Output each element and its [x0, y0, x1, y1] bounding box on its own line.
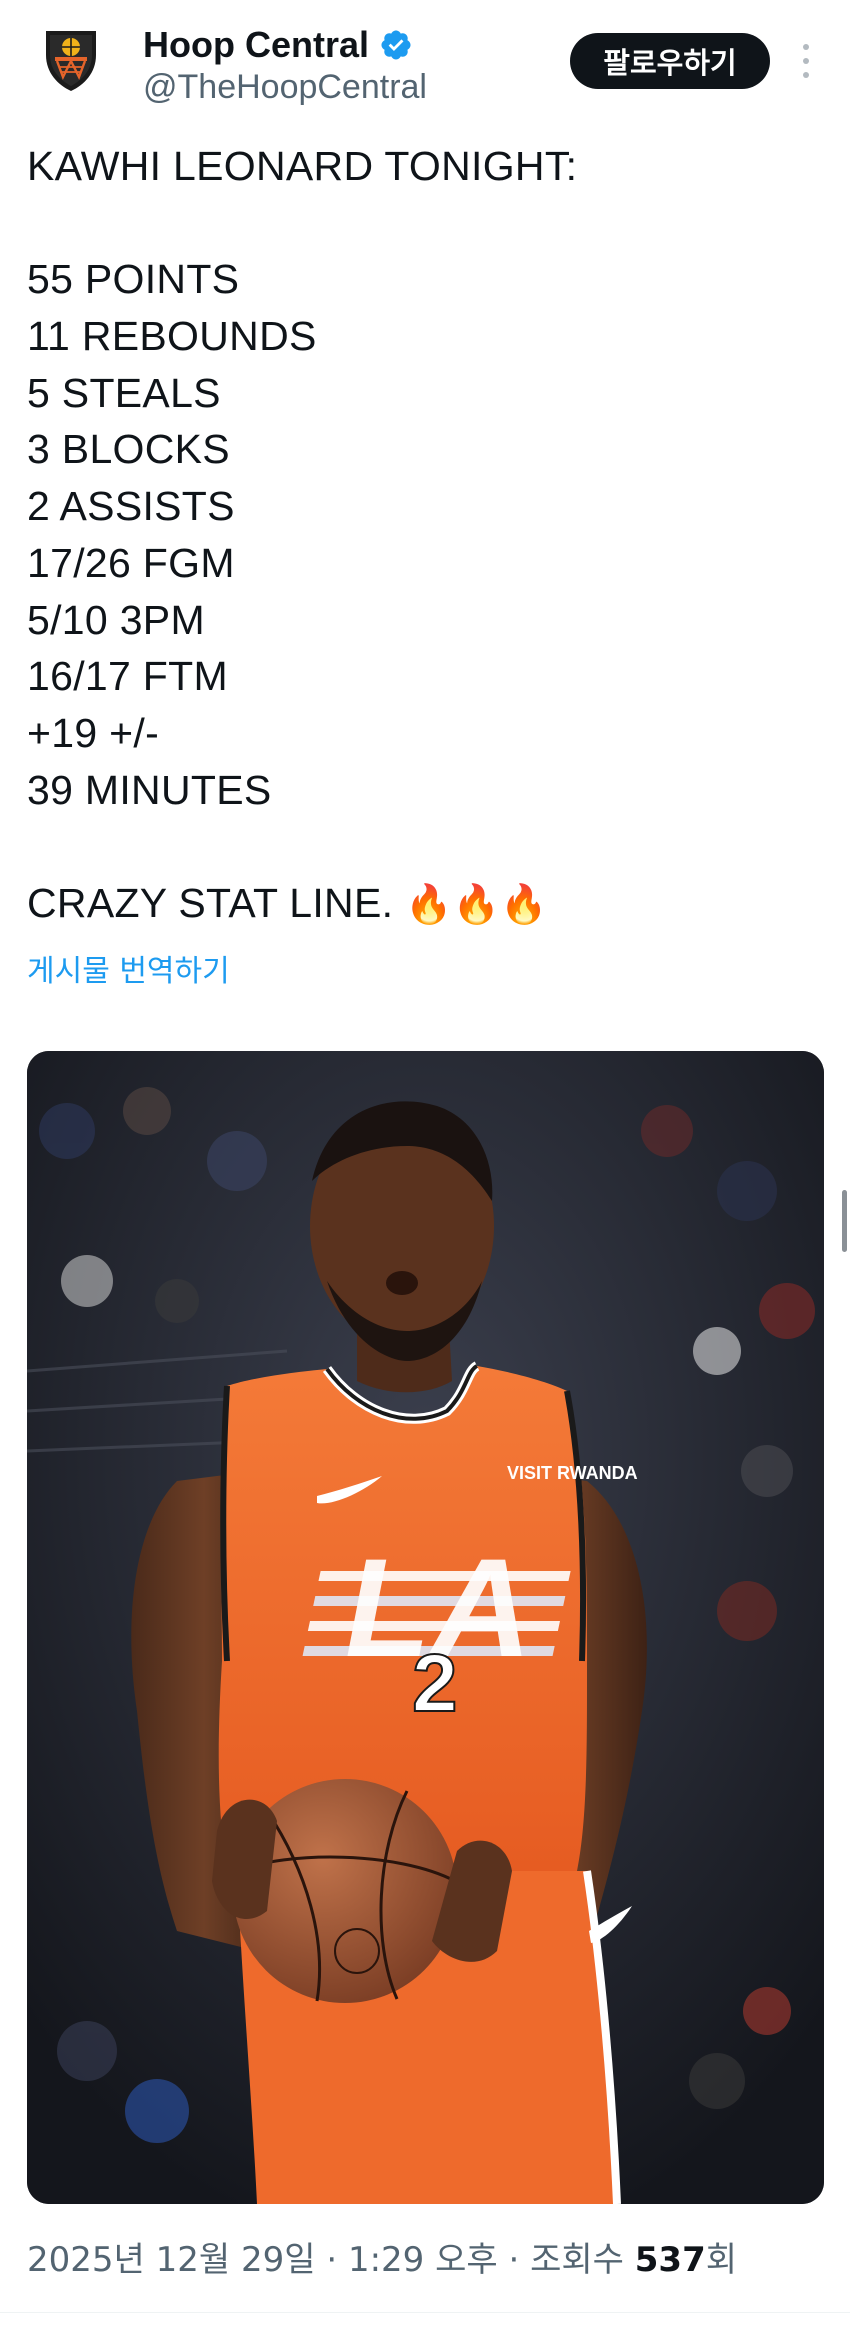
tweet-header: Hoop Central @TheHoopCentral 팔로우하기: [0, 0, 850, 130]
stat-line: 16/17 FTM: [27, 653, 228, 700]
verified-badge-icon: [381, 30, 411, 60]
tweet-headline: KAWHI LEONARD TONIGHT:: [27, 143, 578, 189]
hoop-central-logo-icon: [46, 31, 96, 91]
views-label: 조회수: [530, 2240, 624, 2280]
stat-line: 3 BLOCKS: [27, 426, 230, 473]
meta-separator: ·: [326, 2240, 338, 2280]
stat-line: 17/26 FGM: [27, 539, 235, 586]
tweet-date[interactable]: 2025년 12월 29일: [27, 2240, 316, 2280]
divider: [0, 2312, 850, 2313]
tweet-meta: 2025년 12월 29일 · 1:29 오후 · 조회수 537회: [27, 2232, 737, 2281]
tweet-text: KAWHI LEONARD TONIGHT: 55 POINTS 11 REBO…: [27, 138, 827, 932]
follow-button[interactable]: 팔로우하기: [570, 33, 770, 89]
author-avatar[interactable]: [34, 22, 108, 96]
fire-emoji: 🔥🔥🔥: [405, 883, 548, 926]
stat-line: 11 REBOUNDS: [27, 313, 317, 360]
tweet-spacer: [27, 195, 827, 252]
views-count: 537: [634, 2240, 706, 2280]
stat-line: 5/10 3PM: [27, 596, 205, 643]
views-suffix: 회: [705, 2240, 738, 2280]
tweet-time[interactable]: 1:29 오후: [348, 2240, 498, 2280]
stat-line: 2 ASSISTS: [27, 483, 235, 530]
tweet-closing-line: CRAZY STAT LINE. 🔥🔥🔥: [27, 875, 827, 932]
stat-line: 39 MINUTES: [27, 766, 272, 813]
more-vertical-icon[interactable]: [796, 44, 816, 78]
jersey-sponsor: VISIT RWANDA: [507, 1463, 638, 1483]
author-display-name[interactable]: Hoop Central: [143, 24, 369, 66]
tweet-spacer: [27, 818, 827, 875]
author-name-row: Hoop Central: [143, 22, 413, 68]
stat-line: +19 +/-: [27, 709, 160, 756]
jersey-number: 2: [412, 1638, 458, 1729]
meta-separator: ·: [508, 2240, 520, 2280]
tweet-closing: CRAZY STAT LINE.: [27, 879, 394, 926]
author-handle[interactable]: @TheHoopCentral: [143, 68, 427, 107]
stat-line: 5 STEALS: [27, 369, 221, 416]
stat-line: 55 POINTS: [27, 256, 240, 303]
translate-post-link[interactable]: 게시물 번역하기: [27, 946, 230, 990]
tweet-media-photo[interactable]: VISIT RWANDA LA 2: [27, 1051, 824, 2204]
scrollbar-thumb[interactable]: [842, 1190, 847, 1252]
player-photo: VISIT RWANDA LA 2: [27, 1051, 824, 2204]
